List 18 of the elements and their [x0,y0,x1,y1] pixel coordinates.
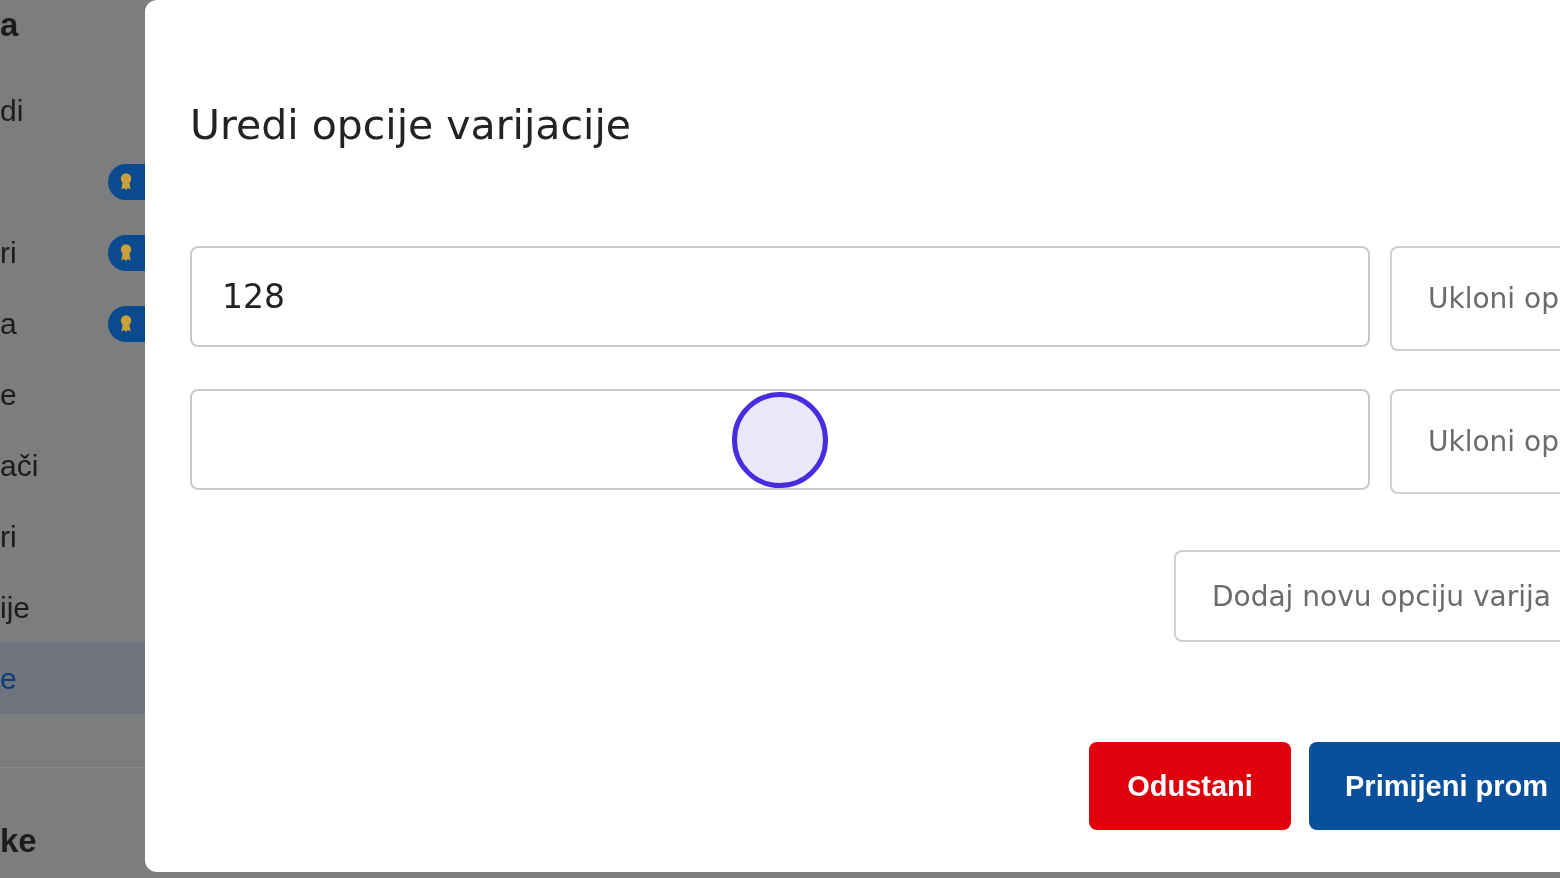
remove-option-button[interactable]: Ukloni op [1390,246,1560,351]
sidebar-heading: a [0,5,20,45]
remove-option-button[interactable]: Ukloni op [1390,389,1560,494]
cancel-button[interactable]: Odustani [1089,742,1291,830]
sidebar-item[interactable]: ri [0,217,145,288]
option-input[interactable] [190,389,1370,490]
add-option-button[interactable]: Dodaj novu opciju varija [1174,550,1560,642]
option-input[interactable]: 128 [190,246,1370,347]
sidebar-item[interactable]: ije [0,572,145,643]
sidebar-item[interactable]: e [0,643,145,714]
sidebar-item[interactable]: ači [0,430,145,501]
sidebar-item[interactable]: di [0,75,145,146]
sidebar-item[interactable]: ri [0,501,145,572]
sidebar-item[interactable]: e [0,359,145,430]
sidebar-heading: ke [0,821,38,861]
sidebar-item[interactable]: a [0,288,145,359]
apply-button[interactable]: Primijeni prom [1309,742,1560,830]
dialog-title: Uredi opcije varijacije [190,100,632,150]
